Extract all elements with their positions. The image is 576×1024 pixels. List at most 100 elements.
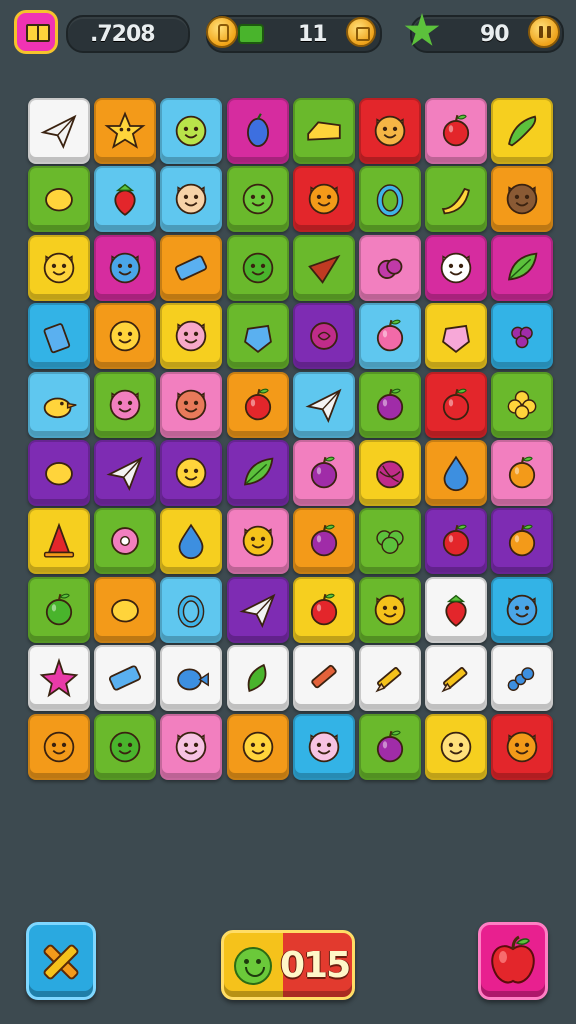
tile-r2-c4[interactable] <box>227 166 289 232</box>
shuffle-button[interactable] <box>26 922 96 1000</box>
tile-r4-c4[interactable] <box>227 303 289 369</box>
tile-r8-c7[interactable] <box>425 577 487 643</box>
tile-r4-c7[interactable] <box>425 303 487 369</box>
tile-r9-c6[interactable] <box>359 645 421 711</box>
tile-r7-c2[interactable] <box>94 508 156 574</box>
tile-r8-c6[interactable] <box>359 577 421 643</box>
tile-r5-c7[interactable] <box>425 372 487 438</box>
tile-r1-c7[interactable] <box>425 98 487 164</box>
tile-r9-c7[interactable] <box>425 645 487 711</box>
tile-r5-c8[interactable] <box>491 372 553 438</box>
tile-r6-c4[interactable] <box>227 440 289 506</box>
tile-r6-c7[interactable] <box>425 440 487 506</box>
tile-r5-c1[interactable] <box>28 372 90 438</box>
tile-r3-c4[interactable] <box>227 235 289 301</box>
donut-icon <box>111 527 139 555</box>
lemon-icon <box>45 188 73 212</box>
strawberry-icon <box>445 594 467 627</box>
tile-r3-c2[interactable] <box>94 235 156 301</box>
tile-r4-c6[interactable] <box>359 303 421 369</box>
tile-r2-c2[interactable] <box>94 166 156 232</box>
tile-r6-c5[interactable] <box>293 440 355 506</box>
tile-r5-c5[interactable] <box>293 372 355 438</box>
tile-r9-c5[interactable] <box>293 645 355 711</box>
tile-r1-c5[interactable] <box>293 98 355 164</box>
tile-r2-c5[interactable] <box>293 166 355 232</box>
juice-box-icon <box>43 323 71 354</box>
tile-r2-c1[interactable] <box>28 166 90 232</box>
tile-r9-c3[interactable] <box>160 645 222 711</box>
tile-r10-c4[interactable] <box>227 714 289 780</box>
tile-r3-c5[interactable] <box>293 235 355 301</box>
tile-r2-c6[interactable] <box>359 166 421 232</box>
tile-r7-c5[interactable] <box>293 508 355 574</box>
tile-r10-c1[interactable] <box>28 714 90 780</box>
tile-r1-c1[interactable] <box>28 98 90 164</box>
tile-r10-c3[interactable] <box>160 714 222 780</box>
tile-r4-c5[interactable] <box>293 303 355 369</box>
tile-r3-c8[interactable] <box>491 235 553 301</box>
tile-r10-c2[interactable] <box>94 714 156 780</box>
tile-r8-c3[interactable] <box>160 577 222 643</box>
tile-r1-c3[interactable] <box>160 98 222 164</box>
tile-r6-c1[interactable] <box>28 440 90 506</box>
tile-r9-c8[interactable] <box>491 645 553 711</box>
tile-r1-c6[interactable] <box>359 98 421 164</box>
tile-r7-c3[interactable] <box>160 508 222 574</box>
tile-r5-c4[interactable] <box>227 372 289 438</box>
tile-r8-c4[interactable] <box>227 577 289 643</box>
tile-r6-c6[interactable] <box>359 440 421 506</box>
tile-r5-c2[interactable] <box>94 372 156 438</box>
tile-r9-c1[interactable] <box>28 645 90 711</box>
bear-face-icon <box>175 389 207 421</box>
tile-r3-c7[interactable] <box>425 235 487 301</box>
menu-book-button[interactable] <box>14 10 58 54</box>
eraser-icon <box>174 255 208 281</box>
tile-r6-c8[interactable] <box>491 440 553 506</box>
tile-r4-c1[interactable] <box>28 303 90 369</box>
tile-r1-c4[interactable] <box>227 98 289 164</box>
tile-r10-c7[interactable] <box>425 714 487 780</box>
berry-icon <box>377 258 403 279</box>
tile-r10-c8[interactable] <box>491 714 553 780</box>
tile-r7-c8[interactable] <box>491 508 553 574</box>
tile-r5-c3[interactable] <box>160 372 222 438</box>
score-panel: 015 <box>221 930 355 1000</box>
tile-r8-c8[interactable] <box>491 577 553 643</box>
tile-r7-c7[interactable] <box>425 508 487 574</box>
tile-r4-c3[interactable] <box>160 303 222 369</box>
plum-icon <box>376 730 404 763</box>
game-board <box>28 98 553 844</box>
settings-button[interactable] <box>346 17 376 47</box>
tile-r2-c3[interactable] <box>160 166 222 232</box>
tile-r3-c1[interactable] <box>28 235 90 301</box>
tile-r1-c2[interactable] <box>94 98 156 164</box>
tile-r4-c2[interactable] <box>94 303 156 369</box>
green-smiley-icon <box>242 183 274 215</box>
tile-r8-c1[interactable] <box>28 577 90 643</box>
pause-button[interactable] <box>528 16 560 48</box>
blue-monster-icon <box>506 594 538 626</box>
tile-r9-c2[interactable] <box>94 645 156 711</box>
tile-r10-c5[interactable] <box>293 714 355 780</box>
tile-r10-c6[interactable] <box>359 714 421 780</box>
tile-r3-c3[interactable] <box>160 235 222 301</box>
tile-r8-c5[interactable] <box>293 577 355 643</box>
tile-r7-c4[interactable] <box>227 508 289 574</box>
tile-r9-c4[interactable] <box>227 645 289 711</box>
tile-r7-c1[interactable] <box>28 508 90 574</box>
tile-r7-c6[interactable] <box>359 508 421 574</box>
tile-r6-c3[interactable] <box>160 440 222 506</box>
tile-r2-c7[interactable] <box>425 166 487 232</box>
hint-apple-button[interactable] <box>478 922 548 1000</box>
crossed-tools-icon <box>43 944 79 980</box>
tile-r1-c8[interactable] <box>491 98 553 164</box>
tile-r4-c8[interactable] <box>491 303 553 369</box>
tile-r5-c6[interactable] <box>359 372 421 438</box>
tile-r6-c2[interactable] <box>94 440 156 506</box>
tile-r3-c6[interactable] <box>359 235 421 301</box>
smiley-icon <box>175 457 207 489</box>
tile-r8-c2[interactable] <box>94 577 156 643</box>
banana-icon <box>441 187 470 215</box>
tile-r2-c8[interactable] <box>491 166 553 232</box>
